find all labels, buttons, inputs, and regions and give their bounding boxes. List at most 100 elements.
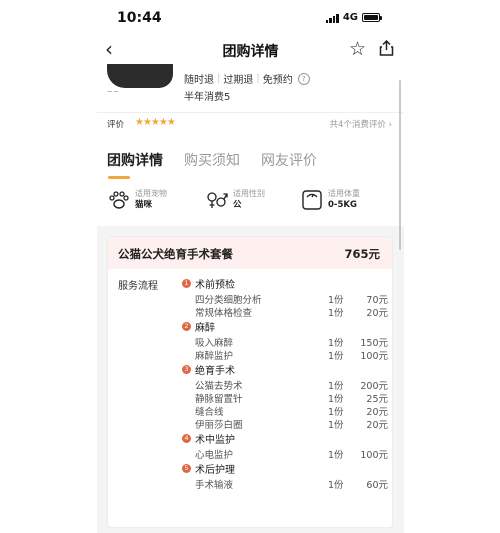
favorite-star-icon[interactable]: ☆ [349,38,366,60]
service-item-name: 伊丽莎白圈 [195,420,243,431]
service-item-name: 缝合线 [195,407,224,418]
service-item-qty: 1份 [328,381,344,392]
attribute-weight: 适用体重 0-5KG [300,188,360,214]
service-item-price: 25元 [366,394,388,405]
service-group-name: 绝育手术 [195,366,235,377]
help-icon[interactable]: ? [297,72,310,85]
deal-thumbnail[interactable] [107,64,173,88]
service-item-price: 70元 [366,295,388,306]
service-item-name: 公猫去势术 [195,381,243,392]
attribute-label: 适用体重 [328,189,360,198]
step-number-badge: 4 [182,434,191,443]
battery-icon [362,13,382,22]
reviews-count: 共4个消费评价 [329,120,386,130]
attributes-row: 适用宠物 猫咪 适用性别 公 适用体重 0-5KG [97,182,404,226]
service-flow-label: 服务流程 [118,281,158,292]
attribute-label: 适用宠物 [135,189,167,198]
service-item-row: 常规体格检查 1份 20元 [182,305,388,319]
rating-row[interactable]: 评价 ★★★★★ 共4个消费评价 › [97,112,404,137]
service-item-row: 静脉留置针 1份 25元 [182,391,388,405]
package-name: 公猫公犬绝育手术套餐 [118,247,233,261]
step-number-badge: 5 [182,464,191,473]
service-group-name: 麻醉 [195,323,215,334]
step-number-badge: 2 [182,322,191,331]
tab-bar: 团购详情 购买须知 网友评价 [97,136,404,182]
policy-expiry-refund: 过期退 [223,75,254,86]
chevron-right-icon: › [388,120,392,130]
package-header: 公猫公犬绝育手术套餐 765元 [108,237,392,269]
attribute-gender: 适用性别 公 [205,188,265,214]
service-item-price: 100元 [360,351,388,362]
gender-icon [205,188,229,214]
service-item-row: 公猫去势术 1份 200元 [182,378,388,392]
package-price: 765元 [344,247,380,261]
service-item-price: 100元 [360,450,388,461]
service-group: 3 绝育手术 [182,361,388,378]
tab-deal-details[interactable]: 团购详情 [107,150,163,170]
service-item-qty: 1份 [328,351,344,362]
service-item-row: 吸入麻醉 1份 150元 [182,335,388,349]
service-group: 1 术前预检 [182,275,388,292]
service-item-row: 心电监护 1份 100元 [182,447,388,461]
service-item-qty: 1份 [328,420,344,431]
service-item-price: 20元 [366,420,388,431]
attribute-value: 公 [233,200,242,210]
status-bar: 10:44 4G [97,0,404,36]
active-tab-indicator [108,176,130,179]
service-item-row: 缝合线 1份 20元 [182,404,388,418]
rating-stars-icon: ★★★★★ [135,117,176,128]
service-group: 5 术后护理 [182,460,388,477]
service-group-name: 术前预检 [195,280,235,291]
service-group-name: 术后护理 [195,465,235,476]
tab-user-reviews[interactable]: 网友评价 [261,150,317,170]
policy-no-reservation: 免预约 [262,75,293,86]
service-item-name: 麻醉监护 [195,351,234,362]
service-item-name: 静脉留置针 [195,394,243,405]
attribute-value: 0-5KG [328,200,357,210]
sales-count: 半年消费5 [184,92,231,103]
service-group: 4 术中监护 [182,430,388,447]
signal-icon [325,13,339,23]
service-item-name: 吸入麻醉 [195,338,234,349]
service-item-row: 手术输液 1份 60元 [182,477,388,491]
refund-policy: 随时退 | 过期退 | 免预约 ? [184,71,310,86]
policy-anytime-refund: 随时退 [184,75,214,86]
tab-purchase-notes[interactable]: 购买须知 [184,150,240,170]
step-number-badge: 3 [182,365,191,374]
nav-bar: ‹ 团购详情 ☆ [97,36,404,64]
scale-icon [300,188,324,214]
share-icon[interactable] [379,39,394,60]
service-group-name: 术中监护 [195,435,235,446]
service-item-qty: 1份 [328,394,344,405]
paw-icon [107,188,131,214]
reviews-link[interactable]: 共4个消费评价 › [329,118,392,130]
service-group: 2 麻醉 [182,318,388,335]
service-item-price: 60元 [366,480,388,491]
service-item-qty: 1份 [328,308,344,319]
deal-header: — — 随时退 | 过期退 | 免预约 ? 半年消费5 [97,64,404,112]
phone-screen: 10:44 4G ‹ 团购详情 ☆ — — 随时退 | 过期退 | 免预约 ? … [97,0,404,533]
attribute-label: 适用性别 [233,189,265,198]
service-item-price: 20元 [366,407,388,418]
service-item-name: 手术输液 [195,480,234,491]
service-item-price: 20元 [366,308,388,319]
service-item-price: 200元 [360,381,388,392]
status-time: 10:44 [117,10,162,26]
rating-label: 评价 [107,120,125,130]
service-item-qty: 1份 [328,450,344,461]
service-item-qty: 1份 [328,480,344,491]
status-indicators: 4G [325,12,382,23]
network-type: 4G [342,12,358,23]
package-card: 公猫公犬绝育手术套餐 765元 服务流程 1 术前预检 四分类细胞分析 1份 70元 常规… [107,236,393,528]
service-item-name: 心电监护 [195,450,234,461]
service-item-name: 常规体格检查 [195,308,253,319]
service-list: 1 术前预检 四分类细胞分析 1份 70元 常规体格检查 1份 20元 2 麻醉 吸入麻醉 1份 150… [182,275,388,491]
service-item-qty: 1份 [328,407,344,418]
service-item-name: 四分类细胞分析 [195,295,262,306]
service-item-qty: 1份 [328,338,344,349]
service-item-row: 伊丽莎白圈 1份 20元 [182,417,388,431]
attribute-value: 猫咪 [135,200,153,210]
service-item-row: 四分类细胞分析 1份 70元 [182,292,388,306]
step-number-badge: 1 [182,279,191,288]
scrollbar[interactable] [399,80,401,250]
